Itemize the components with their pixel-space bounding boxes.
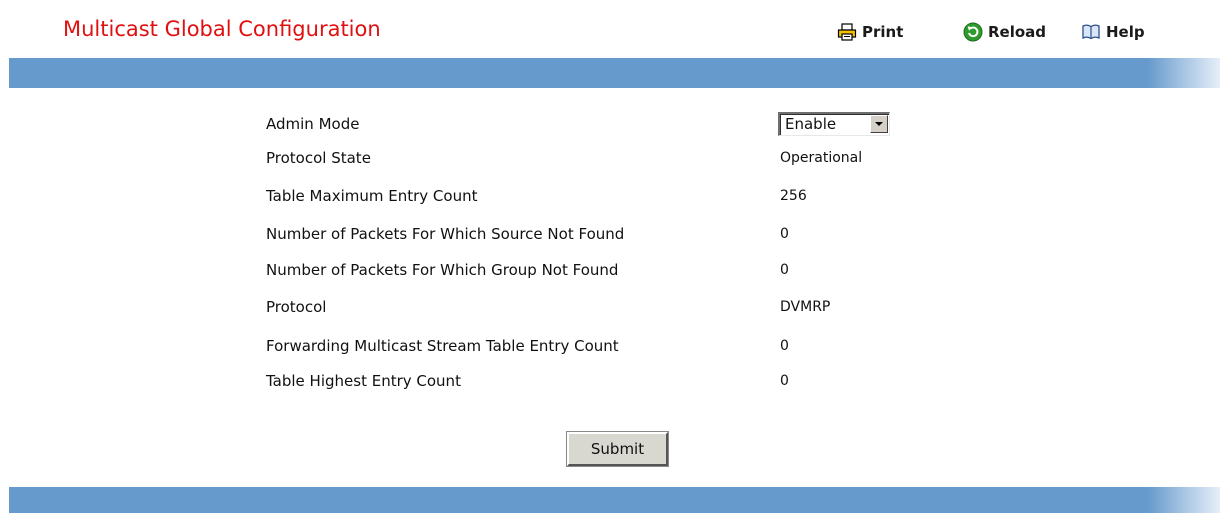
reload-icon	[963, 22, 983, 42]
form-row-protocol: Protocol DVMRP	[266, 294, 966, 320]
protocol-label: Protocol	[266, 298, 327, 316]
print-label: Print	[862, 23, 904, 41]
page-title: Multicast Global Configuration	[63, 17, 381, 41]
help-label: Help	[1106, 23, 1145, 41]
table-highest-entry-count-label: Table Highest Entry Count	[266, 372, 461, 390]
table-max-entry-count-label: Table Maximum Entry Count	[266, 187, 478, 205]
form-row-table-max-entry-count: Table Maximum Entry Count 256	[266, 183, 966, 209]
submit-button[interactable]: Submit	[566, 431, 669, 467]
table-max-entry-count-value: 256	[780, 188, 807, 204]
table-highest-entry-count-value: 0	[780, 373, 789, 389]
header-divider-bar	[9, 58, 1220, 88]
form-row-source-not-found: Number of Packets For Which Source Not F…	[266, 221, 966, 247]
source-not-found-label: Number of Packets For Which Source Not F…	[266, 225, 625, 243]
printer-icon	[837, 23, 857, 41]
help-book-icon	[1081, 23, 1101, 41]
reload-link[interactable]: Reload	[963, 22, 1046, 42]
protocol-state-label: Protocol State	[266, 149, 371, 167]
reload-label: Reload	[988, 23, 1047, 41]
form-row-group-not-found: Number of Packets For Which Group Not Fo…	[266, 257, 966, 283]
chevron-down-icon[interactable]	[870, 115, 888, 133]
form-row-admin-mode: Admin Mode Enable	[266, 111, 966, 137]
protocol-value: DVMRP	[780, 299, 831, 315]
form-row-forwarding-stream-count: Forwarding Multicast Stream Table Entry …	[266, 333, 966, 359]
forwarding-stream-count-label: Forwarding Multicast Stream Table Entry …	[266, 337, 619, 355]
admin-mode-label: Admin Mode	[266, 115, 360, 133]
admin-mode-select[interactable]: Enable	[778, 112, 890, 136]
print-link[interactable]: Print	[837, 22, 903, 42]
group-not-found-value: 0	[780, 262, 789, 278]
footer-divider-bar	[9, 487, 1220, 513]
protocol-state-value: Operational	[780, 150, 863, 166]
help-link[interactable]: Help	[1081, 22, 1145, 42]
group-not-found-label: Number of Packets For Which Group Not Fo…	[266, 261, 619, 279]
admin-mode-selected-value: Enable	[785, 115, 837, 133]
source-not-found-value: 0	[780, 226, 789, 242]
form-row-protocol-state: Protocol State Operational	[266, 145, 966, 171]
forwarding-stream-count-value: 0	[780, 338, 789, 354]
form-row-table-highest-entry-count: Table Highest Entry Count 0	[266, 368, 966, 394]
